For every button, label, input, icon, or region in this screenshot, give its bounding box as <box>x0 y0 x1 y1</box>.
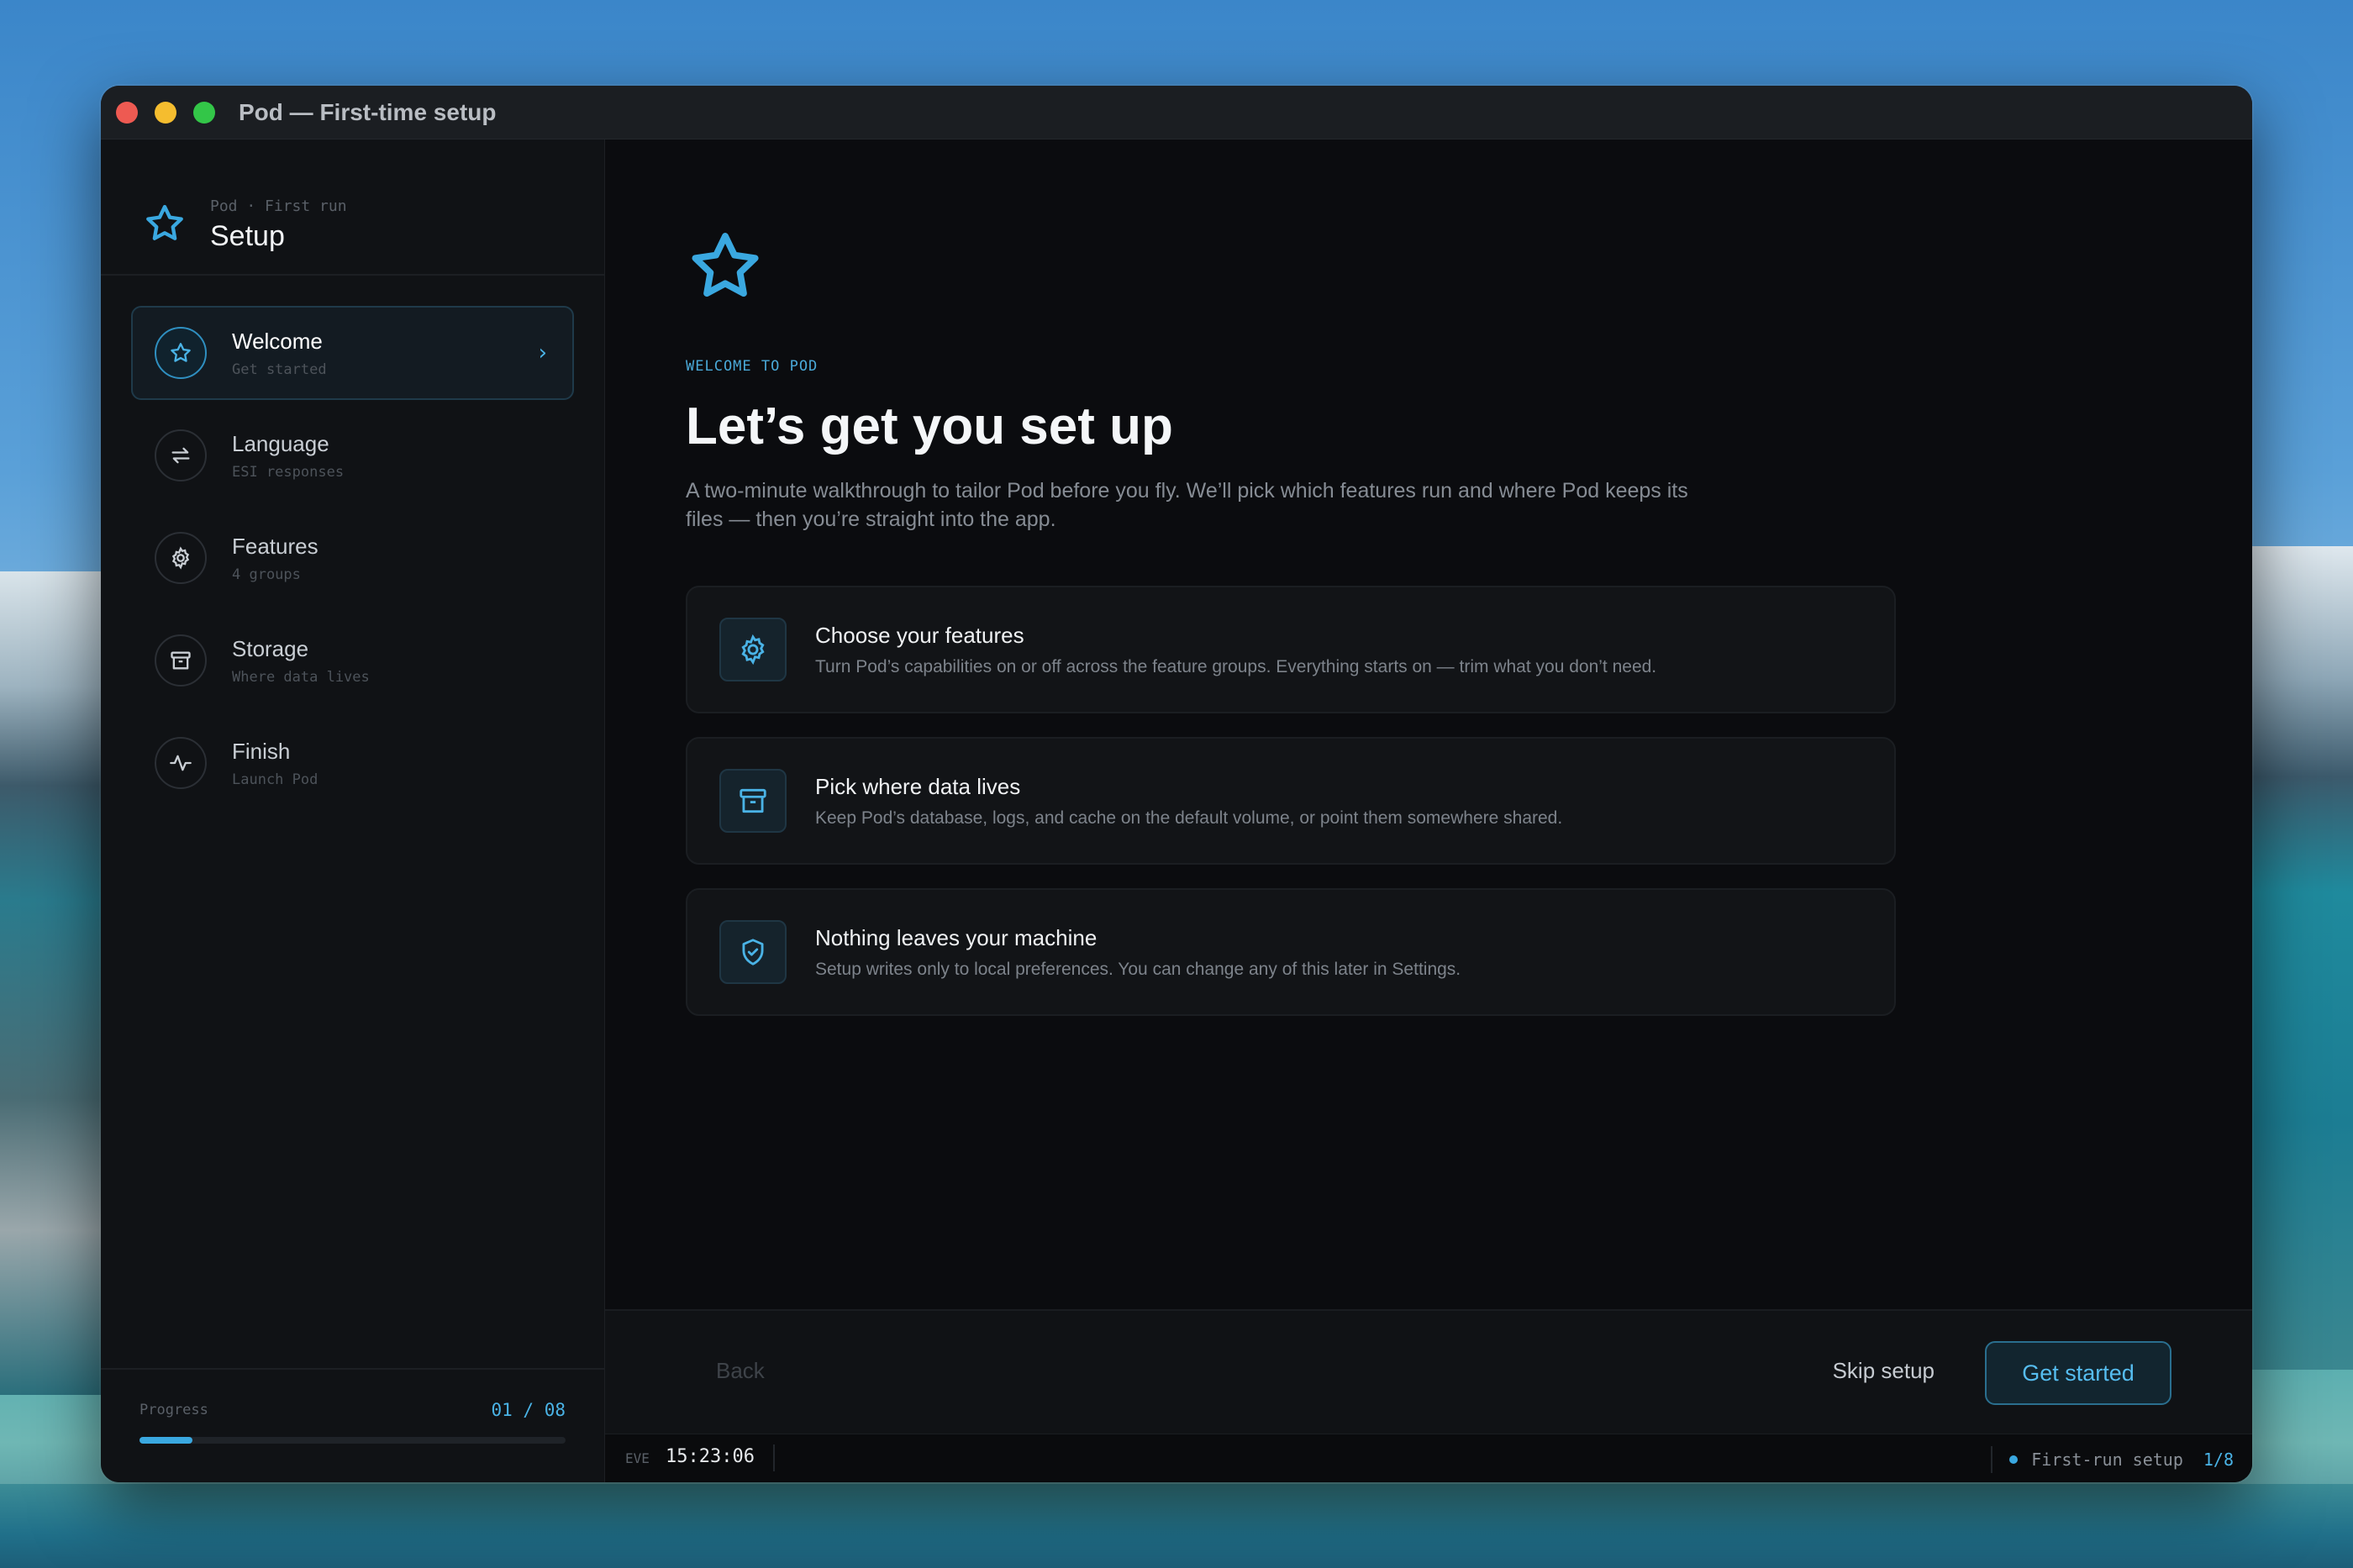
gear-icon <box>155 532 207 584</box>
archive-box-icon <box>155 634 207 687</box>
step-storage[interactable]: Storage Where data lives <box>131 613 574 708</box>
app-window: Pod — First-time setup Pod · First run S… <box>101 86 2252 1482</box>
step-label: Welcome <box>232 328 323 354</box>
sidebar-title: Setup <box>210 220 285 252</box>
shield-check-icon <box>719 920 787 984</box>
swap-arrows-icon <box>155 429 207 481</box>
desktop-wallpaper-left <box>0 571 109 1395</box>
star-icon <box>686 227 2252 309</box>
card-data-location: Pick where data lives Keep Pod’s databas… <box>686 737 1896 865</box>
archive-box-icon <box>719 769 787 833</box>
gear-icon <box>719 618 787 681</box>
star-icon <box>155 327 207 379</box>
card-title: Pick where data lives <box>815 773 1021 799</box>
minimize-window-button[interactable] <box>155 101 176 124</box>
card-description: Keep Pod’s database, logs, and cache on … <box>815 808 1563 828</box>
desktop-wallpaper-bottom <box>0 1484 2353 1568</box>
eyebrow-label: WELCOME TO POD <box>686 358 819 375</box>
step-subtitle: Get started <box>232 360 327 378</box>
title-bar: Pod — First-time setup <box>101 86 2252 139</box>
step-subtitle: Where data lives <box>232 668 370 686</box>
step-subtitle: Launch Pod <box>232 771 318 788</box>
card-description: Setup writes only to local preferences. … <box>815 959 1461 979</box>
card-privacy: Nothing leaves your machine Setup writes… <box>686 888 1896 1016</box>
step-features[interactable]: Features 4 groups <box>131 511 574 605</box>
divider <box>1991 1446 1993 1473</box>
close-window-button[interactable] <box>116 101 138 124</box>
step-label: Language <box>232 430 329 456</box>
status-dot-icon <box>2009 1455 2019 1464</box>
back-button[interactable]: Back <box>716 1358 765 1384</box>
clock: 15:23:06 <box>666 1446 755 1467</box>
step-label: Finish <box>232 738 291 764</box>
time-zone-label: EVE <box>625 1450 650 1466</box>
divider <box>773 1444 775 1471</box>
star-icon <box>143 202 187 249</box>
progress-count: 01 / 08 <box>491 1400 566 1420</box>
card-title: Nothing leaves your machine <box>815 924 1098 950</box>
pulse-icon <box>155 737 207 789</box>
zoom-window-button[interactable] <box>193 101 215 124</box>
feature-cards: Choose your features Turn Pod’s capabili… <box>686 586 1896 1016</box>
progress-label: Progress <box>139 1402 208 1418</box>
card-choose-features: Choose your features Turn Pod’s capabili… <box>686 586 1896 713</box>
step-label: Features <box>232 533 318 559</box>
desktop-wallpaper-right <box>2244 546 2353 1370</box>
chevron-right-icon: › <box>538 340 547 366</box>
progress-bar-fill <box>139 1437 193 1444</box>
main-panel: WELCOME TO POD Let’s get you set up A tw… <box>605 139 2252 1482</box>
sidebar-progress: Progress 01 / 08 <box>101 1368 604 1482</box>
card-title: Choose your features <box>815 622 1024 648</box>
step-subtitle: 4 groups <box>232 566 301 583</box>
window-title: Pod — First-time setup <box>239 98 497 125</box>
get-started-button[interactable]: Get started <box>1985 1341 2171 1405</box>
status-text: First-run setup <box>2031 1450 2183 1470</box>
page-title: Let’s get you set up <box>686 397 1173 455</box>
setup-sidebar: Pod · First run Setup Welcome Get starte… <box>101 139 605 1482</box>
step-welcome[interactable]: Welcome Get started › <box>131 306 574 400</box>
progress-bar <box>139 1437 566 1444</box>
step-subtitle: ESI responses <box>232 463 345 481</box>
step-list: Welcome Get started › Language ESI respo… <box>101 276 604 810</box>
step-finish[interactable]: Finish Launch Pod <box>131 716 574 810</box>
status-bar: EVE 15:23:06 First-run setup 1/8 <box>605 1434 2252 1482</box>
card-description: Turn Pod’s capabilities on or off across… <box>815 656 1657 676</box>
skip-setup-button[interactable]: Skip setup <box>1833 1358 1935 1384</box>
action-bar: Back Skip setup Get started <box>605 1309 2252 1434</box>
step-label: Storage <box>232 635 309 661</box>
status-step: 1/8 <box>2203 1450 2234 1470</box>
sidebar-breadcrumb: Pod · First run <box>210 197 347 215</box>
sidebar-header: Pod · First run Setup <box>101 139 604 276</box>
intro-text: A two-minute walkthrough to tailor Pod b… <box>686 479 1688 531</box>
step-language[interactable]: Language ESI responses <box>131 408 574 502</box>
